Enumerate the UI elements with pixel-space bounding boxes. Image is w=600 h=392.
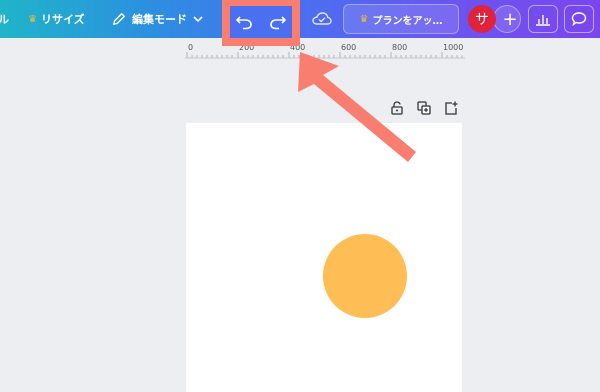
undo-icon bbox=[236, 16, 252, 30]
edit-mode-button[interactable]: 編集モード bbox=[112, 0, 203, 38]
upgrade-plan-label: プランをアッ… bbox=[372, 15, 443, 27]
circle-shape[interactable] bbox=[323, 234, 407, 318]
comment-icon bbox=[571, 12, 587, 27]
top-toolbar: ル ♛ リサイズ 編集モード ♛ プランをアッ… + サ bbox=[0, 0, 600, 38]
redo-button[interactable] bbox=[268, 12, 288, 32]
add-collaborator-button[interactable]: + bbox=[493, 5, 521, 33]
crown-icon: ♛ bbox=[359, 13, 369, 25]
ruler-tick-label: 600 bbox=[341, 43, 357, 52]
menu-item-partial-label: ル bbox=[0, 13, 9, 26]
cloud-check-icon bbox=[312, 12, 332, 25]
lock-icon[interactable] bbox=[390, 101, 404, 115]
plus-label: + bbox=[502, 8, 518, 30]
upgrade-plan-button[interactable]: ♛ プランをアッ… bbox=[343, 4, 459, 34]
undo-button[interactable] bbox=[234, 12, 254, 32]
ruler-tick-label: 1000 bbox=[443, 43, 464, 52]
resize-label: リサイズ bbox=[40, 13, 85, 26]
chart-icon bbox=[536, 15, 550, 26]
menu-item-partial[interactable]: ル bbox=[0, 0, 9, 38]
redo-icon bbox=[270, 16, 286, 30]
insights-button[interactable] bbox=[528, 5, 558, 33]
avatar[interactable]: サ bbox=[468, 5, 496, 33]
resize-button[interactable]: ♛ リサイズ bbox=[28, 0, 85, 38]
duplicate-icon[interactable] bbox=[417, 101, 431, 115]
ruler-tick-label: 800 bbox=[392, 43, 408, 52]
ruler-tick-label: 0 bbox=[188, 43, 194, 52]
avatar-initial: サ bbox=[475, 12, 489, 28]
pencil-icon bbox=[113, 13, 125, 25]
undo-redo-group bbox=[230, 6, 292, 38]
crown-icon: ♛ bbox=[28, 13, 37, 25]
cloud-save-button[interactable] bbox=[312, 10, 332, 28]
design-canvas-page[interactable] bbox=[186, 123, 462, 392]
edit-mode-label: 編集モード bbox=[132, 13, 187, 26]
chevron-down-icon bbox=[193, 16, 203, 23]
comment-button[interactable] bbox=[564, 5, 594, 33]
add-page-icon[interactable] bbox=[444, 101, 458, 115]
